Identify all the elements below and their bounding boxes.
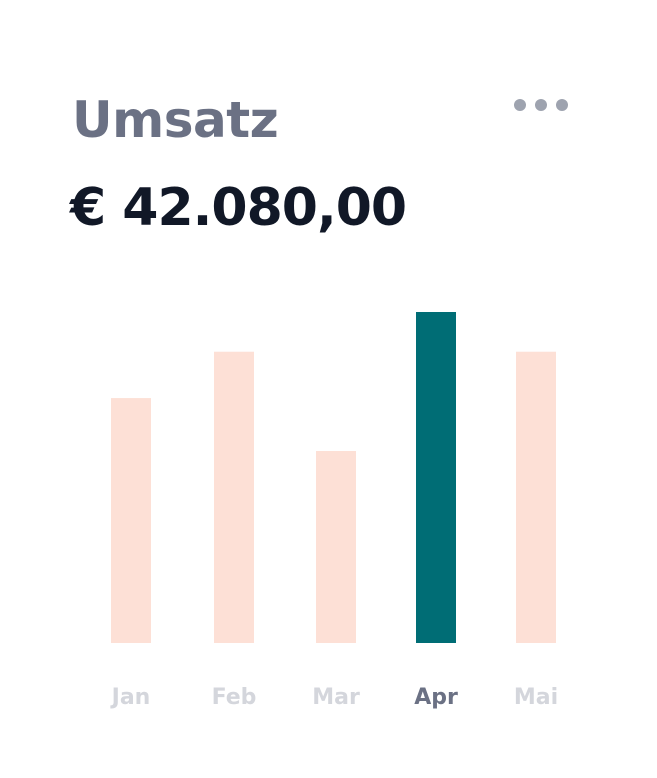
- x-tick-label-mar: Mar: [312, 685, 360, 710]
- x-tick-label-jan: Jan: [110, 685, 151, 710]
- revenue-bar-chart: Jan Feb Mar Apr Mai: [110, 312, 558, 710]
- x-tick-label-feb: Feb: [212, 685, 257, 710]
- bar-mai[interactable]: [516, 351, 556, 643]
- revenue-card: Umsatz € 42.080,00 Jan Feb Mar Apr Mai: [0, 0, 657, 778]
- bar-jan[interactable]: [111, 398, 151, 643]
- x-tick-label-mai: Mai: [514, 685, 558, 710]
- bar-feb[interactable]: [214, 351, 254, 643]
- bar-apr[interactable]: [416, 312, 456, 643]
- bar-mar[interactable]: [316, 451, 356, 643]
- x-tick-label-apr: Apr: [414, 685, 458, 710]
